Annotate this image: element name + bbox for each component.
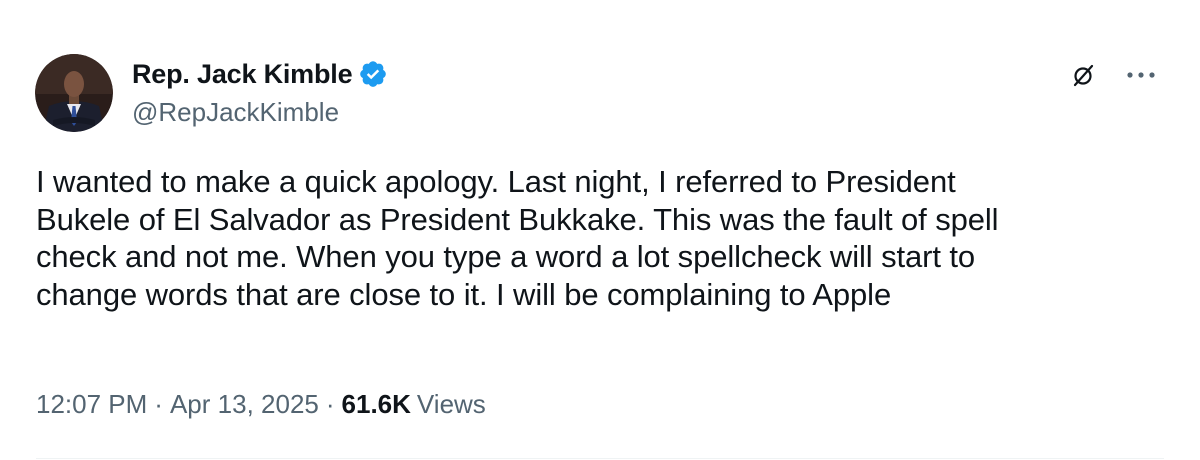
- tweet-card: Rep. Jack Kimble @RepJackKimble I wanted…: [0, 0, 1200, 460]
- views-count[interactable]: 61.6K: [342, 389, 411, 420]
- divider: [36, 458, 1164, 459]
- tweet-text: I wanted to make a quick apology. Last n…: [36, 163, 1166, 313]
- tweet-date[interactable]: Apr 13, 2025: [170, 389, 319, 420]
- tweet-text-line: I wanted to make a quick apology. Last n…: [36, 164, 956, 199]
- author-handle[interactable]: @RepJackKimble: [132, 97, 339, 128]
- tweet-text-line: check and not me. When you type a word a…: [36, 239, 976, 274]
- meta-separator: ·: [325, 389, 335, 419]
- tweet-text-line: change words that are close to it. I wil…: [36, 276, 892, 312]
- avatar-image: [35, 54, 113, 132]
- more-options-icon[interactable]: [1123, 62, 1159, 88]
- meta-separator: ·: [154, 389, 163, 419]
- grok-icon[interactable]: [1071, 62, 1097, 88]
- tweet-meta: 12:07 PM · Apr 13, 2025 · 61.6K Views: [36, 389, 486, 420]
- tweet-time[interactable]: 12:07 PM: [36, 389, 147, 420]
- views-label[interactable]: Views: [417, 389, 486, 420]
- author-display-name[interactable]: Rep. Jack Kimble: [132, 59, 353, 90]
- author-name-row: Rep. Jack Kimble: [132, 56, 388, 92]
- verified-badge-icon[interactable]: [358, 59, 388, 89]
- avatar[interactable]: [35, 54, 113, 132]
- tweet-text-line: Bukele of El Salvador as President Bukka…: [36, 201, 999, 237]
